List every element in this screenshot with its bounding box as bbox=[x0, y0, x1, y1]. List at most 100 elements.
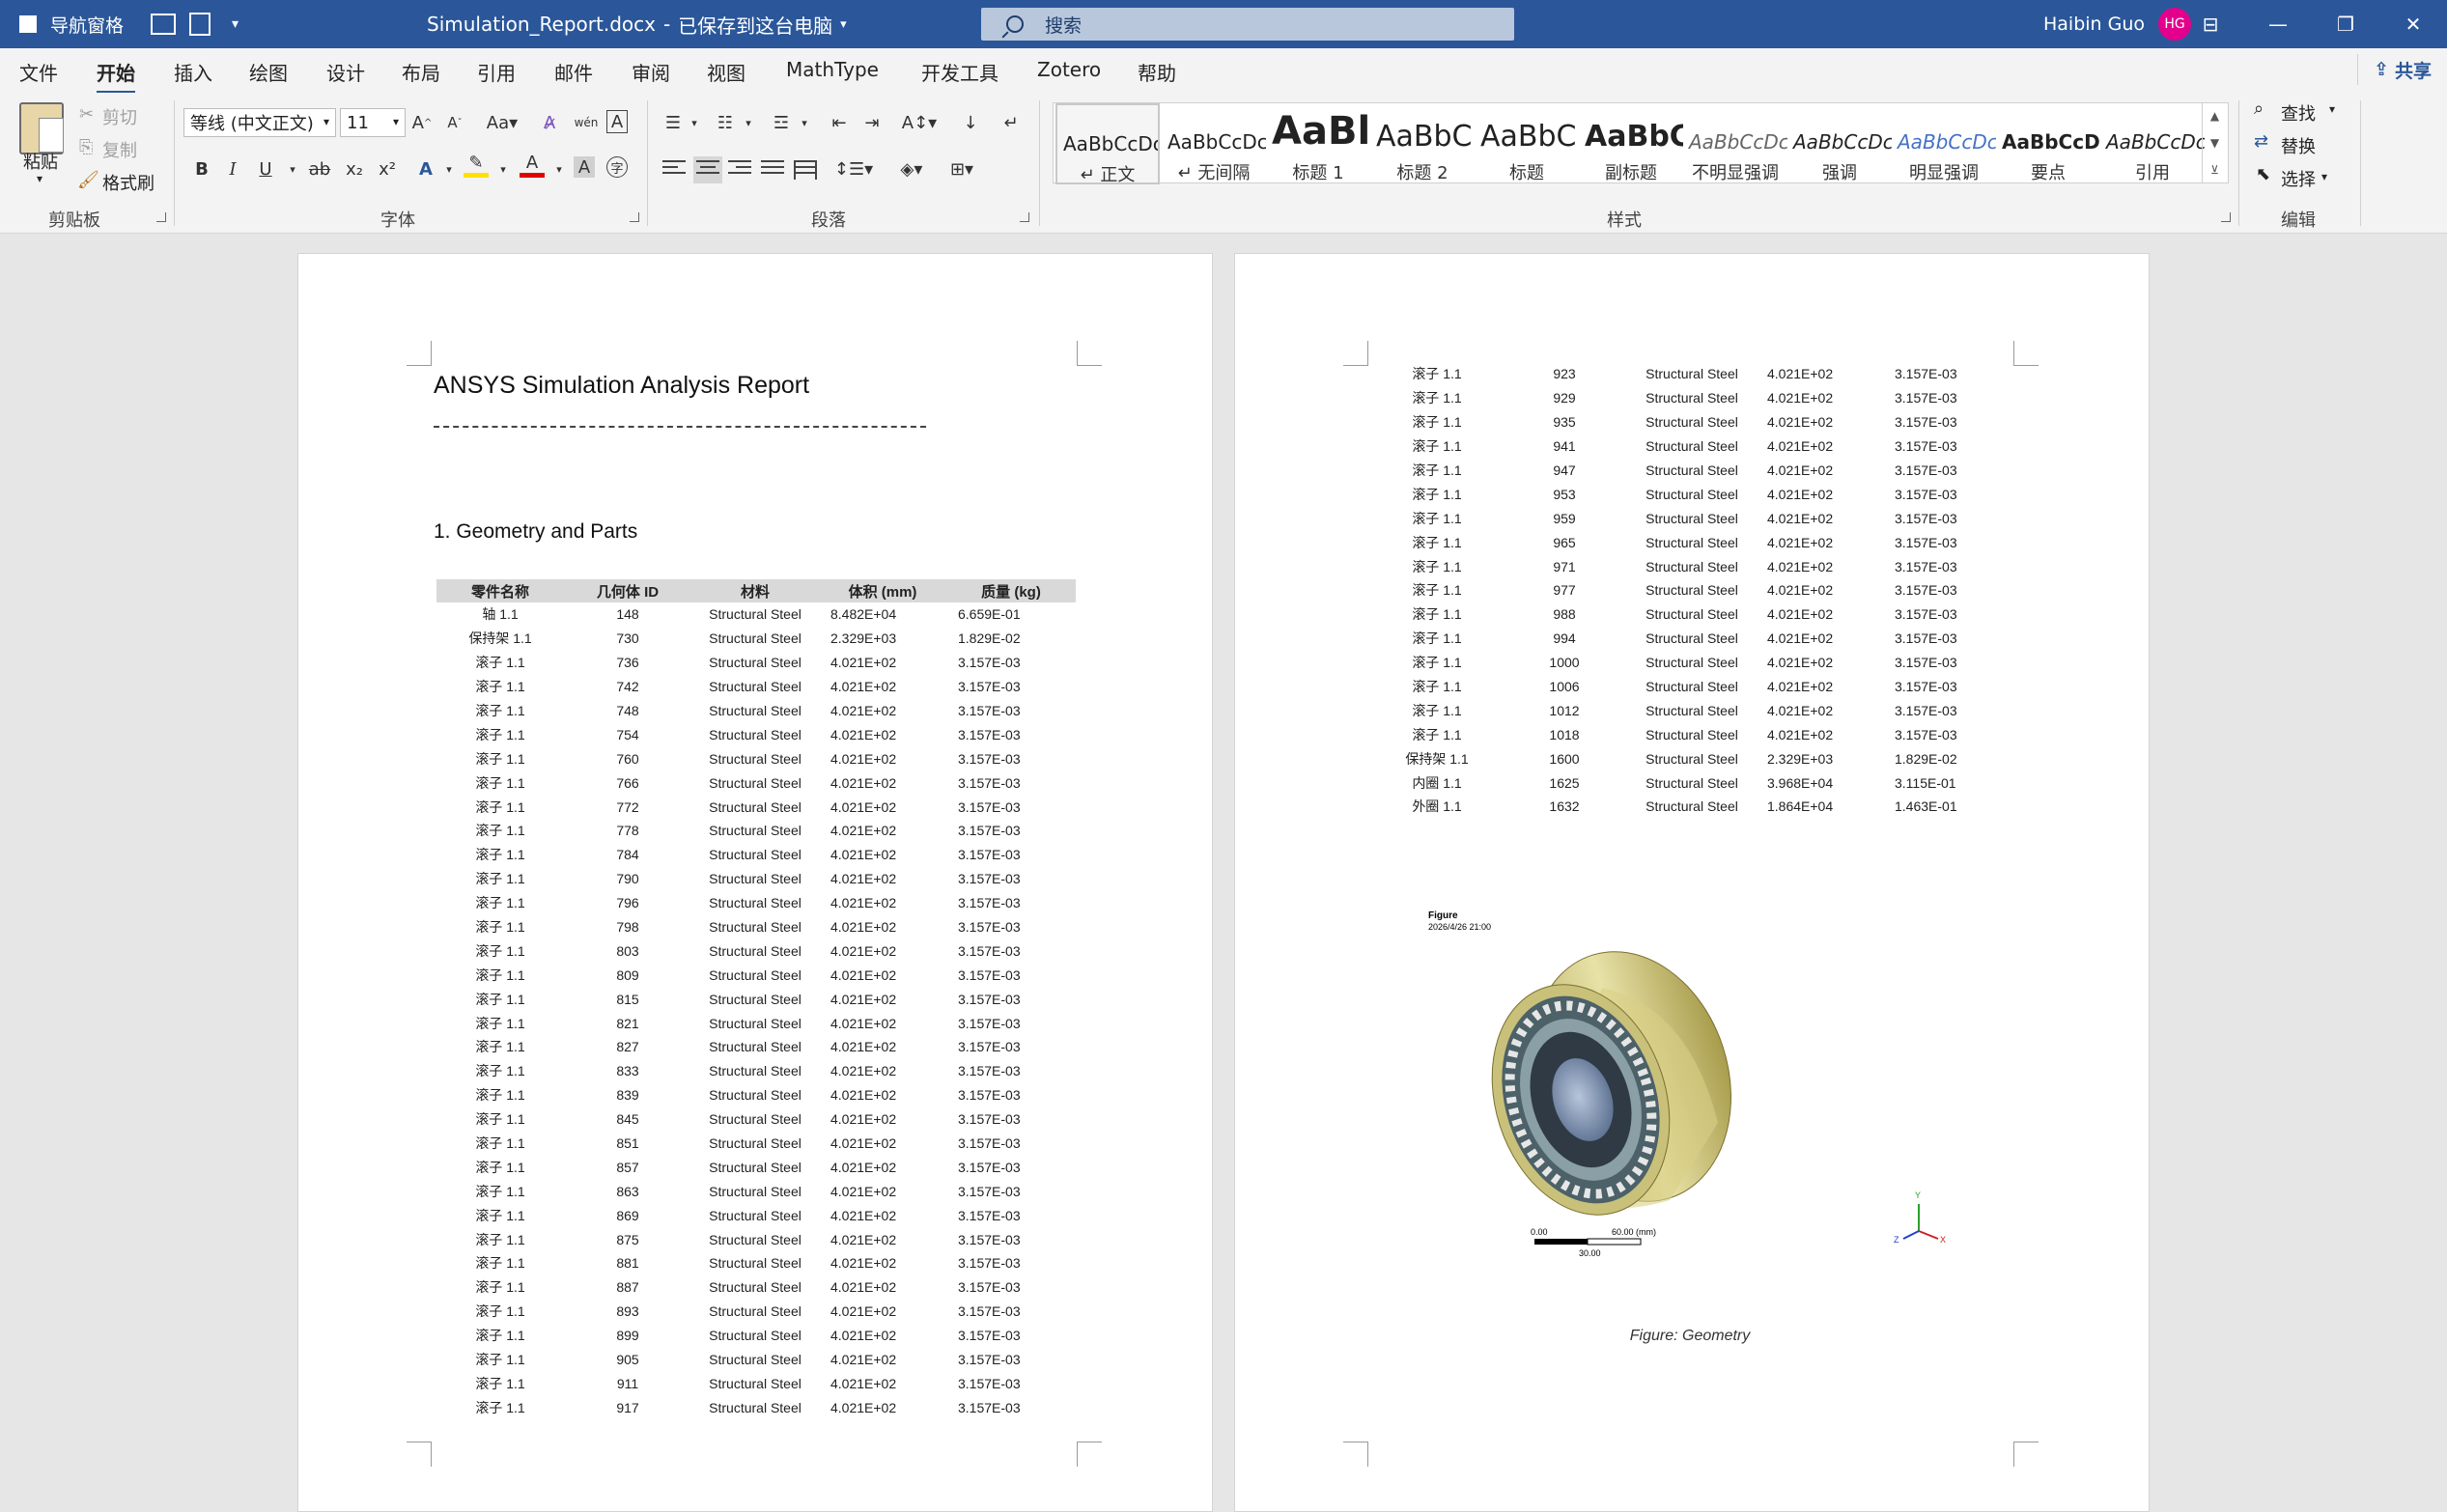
material-cell[interactable]: Structural Steel bbox=[691, 1179, 819, 1203]
paragraph-launcher-icon[interactable] bbox=[1020, 212, 1029, 222]
body-id-cell[interactable]: 971 bbox=[1501, 554, 1628, 578]
volume-cell[interactable]: 4.021E+02 bbox=[819, 770, 946, 795]
volume-cell[interactable]: 4.021E+02 bbox=[819, 963, 946, 987]
material-cell[interactable]: Structural Steel bbox=[1628, 459, 1756, 483]
mass-cell[interactable]: 3.157E-03 bbox=[946, 699, 1076, 723]
mass-cell[interactable]: 3.157E-03 bbox=[946, 1107, 1076, 1132]
volume-cell[interactable]: 4.021E+02 bbox=[819, 651, 946, 675]
body-id-cell[interactable]: 1600 bbox=[1501, 746, 1628, 770]
tab-design[interactable]: 设计 bbox=[326, 58, 365, 86]
volume-cell[interactable]: 4.021E+02 bbox=[1756, 627, 1883, 651]
close-icon[interactable]: ✕ bbox=[2379, 0, 2447, 48]
part-name-cell[interactable]: 保持架 1.1 bbox=[1373, 746, 1501, 770]
volume-cell[interactable]: 1.864E+04 bbox=[1756, 795, 1883, 819]
part-name-cell[interactable]: 滚子 1.1 bbox=[436, 1059, 564, 1083]
body-id-cell[interactable]: 875 bbox=[564, 1227, 691, 1251]
body-id-cell[interactable]: 1012 bbox=[1501, 698, 1628, 722]
multilevel-list-icon[interactable]: ☲ bbox=[769, 110, 794, 135]
mass-cell[interactable]: 3.157E-03 bbox=[946, 963, 1076, 987]
mass-cell[interactable]: 3.157E-03 bbox=[946, 722, 1076, 746]
part-name-cell[interactable]: 滚子 1.1 bbox=[1373, 554, 1501, 578]
format-painter-icon[interactable]: 🖌 bbox=[77, 170, 99, 190]
mass-cell[interactable]: 3.157E-03 bbox=[1883, 386, 2012, 410]
cut-button[interactable]: 剪切 bbox=[102, 104, 137, 129]
tab-draw[interactable]: 绘图 bbox=[249, 58, 288, 86]
material-cell[interactable]: Structural Steel bbox=[1628, 530, 1756, 554]
restore-icon[interactable]: ❐ bbox=[2312, 0, 2379, 48]
bold-button[interactable]: B bbox=[189, 156, 214, 182]
tab-review[interactable]: 审阅 bbox=[632, 58, 670, 86]
part-name-cell[interactable]: 滚子 1.1 bbox=[436, 699, 564, 723]
body-id-cell[interactable]: 1000 bbox=[1501, 651, 1628, 675]
volume-cell[interactable]: 4.021E+02 bbox=[819, 1203, 946, 1227]
material-cell[interactable]: Structural Steel bbox=[1628, 578, 1756, 602]
mass-cell[interactable]: 3.157E-03 bbox=[946, 891, 1076, 915]
material-cell[interactable]: Structural Steel bbox=[691, 1251, 819, 1275]
material-cell[interactable]: Structural Steel bbox=[691, 627, 819, 651]
body-id-cell[interactable]: 803 bbox=[564, 938, 691, 963]
material-cell[interactable]: Structural Steel bbox=[1628, 506, 1756, 530]
volume-cell[interactable]: 4.021E+02 bbox=[819, 675, 946, 699]
volume-cell[interactable]: 4.021E+02 bbox=[819, 1348, 946, 1372]
find-icon[interactable]: ⌕ bbox=[2254, 98, 2264, 119]
volume-cell[interactable]: 4.021E+02 bbox=[1756, 434, 1883, 459]
mass-cell[interactable]: 3.157E-03 bbox=[946, 675, 1076, 699]
material-cell[interactable]: Structural Steel bbox=[1628, 482, 1756, 506]
chevron-up-icon[interactable]: ▲ bbox=[2210, 109, 2219, 123]
format-painter-button[interactable]: 格式刷 bbox=[102, 170, 155, 195]
mass-cell[interactable]: 3.157E-03 bbox=[946, 1132, 1076, 1156]
style-title[interactable]: AaBbC 标题 bbox=[1475, 103, 1579, 184]
part-name-cell[interactable]: 滚子 1.1 bbox=[436, 819, 564, 843]
material-cell[interactable]: Structural Steel bbox=[691, 963, 819, 987]
body-id-cell[interactable]: 905 bbox=[564, 1348, 691, 1372]
material-cell[interactable]: Structural Steel bbox=[691, 1035, 819, 1059]
mass-cell[interactable]: 3.157E-03 bbox=[946, 1179, 1076, 1203]
material-cell[interactable]: Structural Steel bbox=[1628, 795, 1756, 819]
mass-cell[interactable]: 3.157E-03 bbox=[1883, 675, 2012, 699]
material-cell[interactable]: Structural Steel bbox=[1628, 770, 1756, 795]
multilevel-dropdown-icon[interactable]: ▾ bbox=[792, 110, 817, 135]
mass-cell[interactable]: 1.829E-02 bbox=[946, 627, 1076, 651]
align-right-icon[interactable] bbox=[728, 160, 751, 180]
mass-cell[interactable]: 3.157E-03 bbox=[946, 1251, 1076, 1275]
document-title[interactable]: Simulation_Report.docx - 已保存到这台电脑 ▾ bbox=[427, 0, 847, 48]
body-id-cell[interactable]: 959 bbox=[1501, 506, 1628, 530]
style-heading-2[interactable]: AaBbC 标题 2 bbox=[1370, 103, 1475, 184]
volume-cell[interactable]: 4.021E+02 bbox=[1756, 651, 1883, 675]
volume-cell[interactable]: 4.021E+02 bbox=[819, 1179, 946, 1203]
volume-cell[interactable]: 4.021E+02 bbox=[1756, 506, 1883, 530]
part-name-cell[interactable]: 滚子 1.1 bbox=[436, 1083, 564, 1107]
body-id-cell[interactable]: 736 bbox=[564, 651, 691, 675]
volume-cell[interactable]: 4.021E+02 bbox=[1756, 482, 1883, 506]
text-effects-dropdown-icon[interactable]: ▾ bbox=[436, 156, 462, 182]
gallery-more-icon[interactable]: ⊻ bbox=[2210, 163, 2219, 177]
parts-table-continued[interactable]: 滚子 1.1 923 Structural Steel 4.021E+02 3.157E… bbox=[1373, 362, 2012, 819]
volume-cell[interactable]: 4.021E+02 bbox=[819, 867, 946, 891]
style-emphasis[interactable]: AaBbCcDc 强调 bbox=[1787, 103, 1892, 184]
material-cell[interactable]: Structural Steel bbox=[691, 1011, 819, 1035]
share-button[interactable]: ⇪ 共享 bbox=[2357, 54, 2447, 85]
material-cell[interactable]: Structural Steel bbox=[691, 795, 819, 819]
material-cell[interactable]: Structural Steel bbox=[691, 867, 819, 891]
italic-button[interactable]: I bbox=[220, 156, 245, 182]
material-cell[interactable]: Structural Steel bbox=[1628, 410, 1756, 434]
volume-cell[interactable]: 4.021E+02 bbox=[819, 795, 946, 819]
part-name-cell[interactable]: 滚子 1.1 bbox=[436, 1035, 564, 1059]
search-box[interactable]: 搜索 bbox=[981, 8, 1514, 41]
cut-icon[interactable]: ✂ bbox=[79, 104, 94, 125]
distributed-icon[interactable] bbox=[794, 160, 817, 180]
mass-cell[interactable]: 3.157E-03 bbox=[1883, 459, 2012, 483]
numbering-dropdown-icon[interactable]: ▾ bbox=[736, 110, 761, 135]
select-dropdown-icon[interactable]: ▾ bbox=[2321, 170, 2327, 183]
part-name-cell[interactable]: 滚子 1.1 bbox=[436, 770, 564, 795]
volume-cell[interactable]: 4.021E+02 bbox=[1756, 554, 1883, 578]
material-cell[interactable]: Structural Steel bbox=[691, 1083, 819, 1107]
mass-cell[interactable]: 3.157E-03 bbox=[1883, 698, 2012, 722]
part-name-cell[interactable]: 滚子 1.1 bbox=[1373, 459, 1501, 483]
body-id-cell[interactable]: 887 bbox=[564, 1275, 691, 1300]
mass-cell[interactable]: 3.157E-03 bbox=[946, 746, 1076, 770]
material-cell[interactable]: Structural Steel bbox=[691, 1227, 819, 1251]
part-name-cell[interactable]: 滚子 1.1 bbox=[436, 1132, 564, 1156]
part-name-cell[interactable]: 滚子 1.1 bbox=[1373, 675, 1501, 699]
mass-cell[interactable]: 3.157E-03 bbox=[946, 1300, 1076, 1324]
